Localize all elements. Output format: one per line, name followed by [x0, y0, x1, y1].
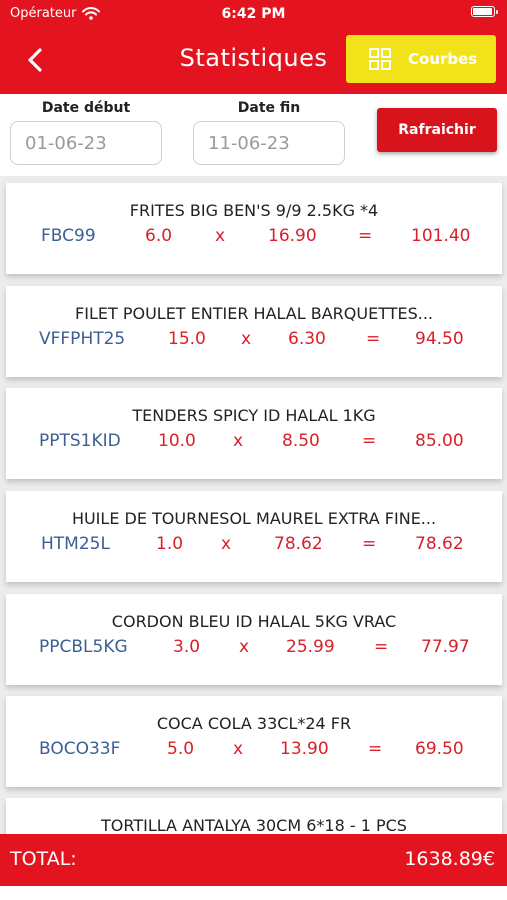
list-item[interactable]: FRITES BIG BEN'S 9/9 2.5KG *4 FBC99 6.0 … — [6, 183, 502, 274]
end-date-label: Date fin — [237, 100, 301, 116]
end-date-input[interactable]: 11-06-23 — [193, 121, 345, 165]
total-label: TOTAL: — [10, 848, 77, 870]
product-code: HTM25L — [41, 534, 110, 554]
product-price: 78.62 — [274, 534, 323, 554]
product-total: 85.00 — [415, 431, 464, 451]
product-code: PPCBL5KG — [39, 637, 128, 657]
product-price: 6.30 — [288, 329, 326, 349]
equals-sign: = — [362, 431, 377, 451]
total-bar: TOTAL: 1638.89€ — [0, 834, 507, 886]
start-date-group: Date début 01-06-23 — [10, 98, 162, 165]
times-sign: x — [215, 226, 226, 246]
product-price: 16.90 — [268, 226, 317, 246]
start-date-label: Date début — [41, 100, 131, 116]
product-qty: 5.0 — [167, 739, 195, 759]
list-item[interactable]: COCA COLA 33CL*24 FR BOCO33F 5.0 x 13.90… — [6, 696, 502, 787]
list-item[interactable]: HUILE DE TOURNESOL MAUREL EXTRA FINE... … — [6, 491, 502, 582]
times-sign: x — [239, 637, 250, 657]
product-name: COCA COLA 33CL*24 FR — [156, 714, 352, 733]
bottom-safe-area — [0, 886, 507, 900]
product-name: CORDON BLEU ID HALAL 5KG VRAC — [111, 612, 397, 631]
equals-sign: = — [362, 534, 377, 554]
equals-sign: = — [374, 637, 389, 657]
equals-sign: = — [358, 226, 373, 246]
times-sign: x — [233, 431, 244, 451]
product-qty: 6.0 — [145, 226, 173, 246]
product-code: VFFPHT25 — [39, 329, 126, 349]
equals-sign: = — [366, 329, 381, 349]
equals-sign: = — [368, 739, 383, 759]
product-qty: 1.0 — [156, 534, 184, 554]
status-time: 6:42 PM — [221, 6, 286, 22]
list-item[interactable]: TENDERS SPICY ID HALAL 1KG PPTS1KID 10.0… — [6, 388, 502, 479]
times-sign: x — [241, 329, 252, 349]
courbes-label: Courbes — [408, 50, 478, 68]
product-name: TENDERS SPICY ID HALAL 1KG — [132, 406, 376, 425]
product-price: 25.99 — [286, 637, 335, 657]
courbes-button[interactable]: Courbes — [346, 35, 496, 83]
product-qty: 10.0 — [158, 431, 196, 451]
start-date-input[interactable]: 01-06-23 — [10, 121, 162, 165]
product-total: 78.62 — [415, 534, 464, 554]
product-qty: 3.0 — [173, 637, 201, 657]
list-item[interactable]: CORDON BLEU ID HALAL 5KG VRAC PPCBL5KG 3… — [6, 594, 502, 685]
list-item[interactable]: TORTILLA ANTALYA 30CM 6*18 - 1 PCS — [6, 798, 502, 834]
product-name: FRITES BIG BEN'S 9/9 2.5KG *4 — [129, 201, 379, 220]
battery-icon — [471, 6, 498, 17]
date-filter-bar: Date début 01-06-23 Date fin 11-06-23 Ra… — [0, 94, 507, 176]
product-list[interactable]: FRITES BIG BEN'S 9/9 2.5KG *4 FBC99 6.0 … — [0, 176, 507, 834]
refresh-button[interactable]: Rafraichir — [377, 108, 497, 152]
list-item[interactable]: FILET POULET ENTIER HALAL BARQUETTES... … — [6, 286, 502, 377]
grid-chart-icon — [369, 48, 391, 70]
product-code: PPTS1KID — [39, 431, 121, 451]
product-name: TORTILLA ANTALYA 30CM 6*18 - 1 PCS — [101, 816, 407, 834]
product-code: FBC99 — [41, 226, 96, 246]
product-total: 77.97 — [421, 637, 470, 657]
product-total: 69.50 — [415, 739, 464, 759]
app-header: Opérateur 6:42 PM Statistiques Courbes — [0, 0, 507, 94]
product-total: 94.50 — [415, 329, 464, 349]
times-sign: x — [221, 534, 232, 554]
product-price: 13.90 — [280, 739, 329, 759]
product-price: 8.50 — [282, 431, 320, 451]
product-total: 101.40 — [411, 226, 471, 246]
product-name: HUILE DE TOURNESOL MAUREL EXTRA FINE... — [71, 509, 437, 528]
product-qty: 15.0 — [168, 329, 206, 349]
product-name: FILET POULET ENTIER HALAL BARQUETTES... — [75, 304, 433, 323]
times-sign: x — [233, 739, 244, 759]
total-value: 1638.89€ — [404, 848, 495, 870]
end-date-group: Date fin 11-06-23 — [193, 98, 345, 165]
product-code: BOCO33F — [39, 739, 121, 759]
